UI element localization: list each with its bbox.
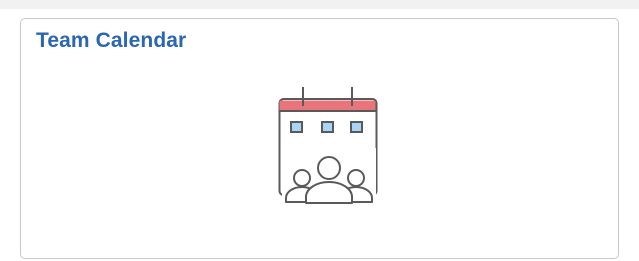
top-divider bbox=[0, 0, 639, 9]
tile-title: Team Calendar bbox=[36, 29, 187, 52]
team-calendar-tile[interactable]: Team Calendar bbox=[20, 18, 619, 259]
team-calendar-icon bbox=[278, 86, 380, 206]
